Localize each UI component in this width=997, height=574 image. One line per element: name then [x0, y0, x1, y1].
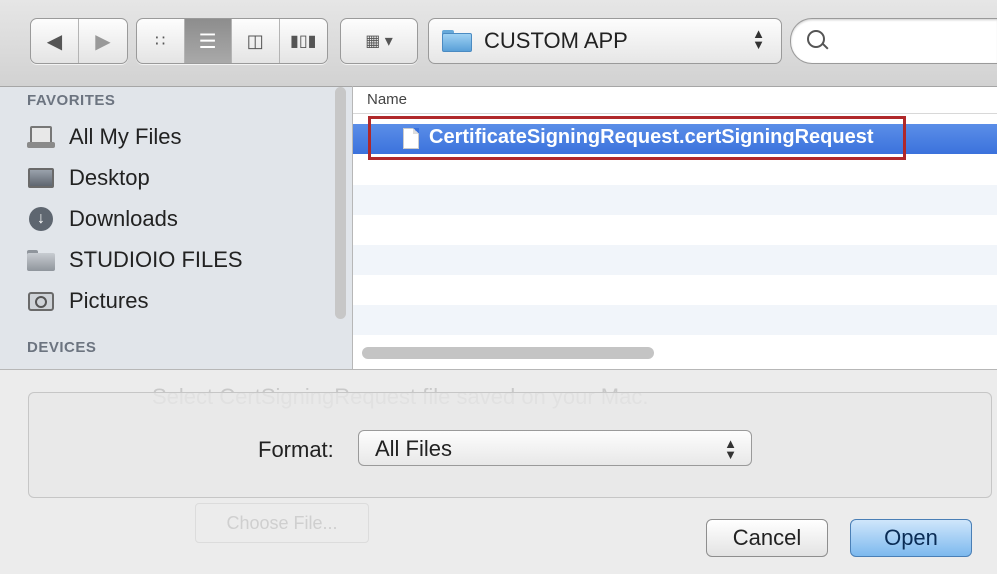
- search-field[interactable]: [790, 18, 997, 64]
- location-label: CUSTOM APP: [484, 28, 628, 53]
- sidebar-scrollbar[interactable]: [335, 87, 346, 319]
- column-view-icon[interactable]: ◫: [232, 19, 280, 63]
- back-arrow-icon[interactable]: ◀: [31, 19, 79, 63]
- format-value: All Files: [375, 436, 453, 461]
- sidebar: FAVORITES All My Files Desktop ↓ Downloa…: [0, 87, 352, 369]
- folder-icon: [27, 248, 55, 272]
- sidebar-item-label: Desktop: [69, 165, 150, 190]
- list-view-icon[interactable]: ☰: [184, 19, 232, 63]
- open-button[interactable]: Open: [850, 519, 972, 557]
- location-popup[interactable]: CUSTOM APP ▲ ▼: [428, 18, 782, 64]
- search-icon: [807, 30, 825, 48]
- downloads-icon: ↓: [27, 207, 55, 231]
- sidebar-item-all-my-files[interactable]: All My Files: [27, 120, 181, 154]
- forward-arrow-icon[interactable]: ▶: [79, 19, 127, 63]
- empty-row: [353, 245, 997, 275]
- empty-row: [353, 305, 997, 335]
- empty-row: [353, 185, 997, 215]
- back-forward-control: ◀ ▶: [30, 18, 128, 64]
- folder-icon: [442, 30, 472, 52]
- sidebar-item-label: Pictures: [69, 288, 149, 313]
- sidebar-item-desktop[interactable]: Desktop: [27, 161, 150, 195]
- highlight-annotation: [368, 116, 906, 160]
- devices-header: DEVICES: [27, 339, 97, 356]
- format-select[interactable]: All Files ▲ ▼: [358, 430, 752, 466]
- arrange-button[interactable]: ▦ ▾: [340, 18, 418, 64]
- column-name-label: Name: [367, 91, 408, 108]
- sidebar-item-label: Downloads: [69, 206, 178, 231]
- all-files-icon: [27, 125, 55, 149]
- sidebar-item-label: All My Files: [69, 124, 182, 149]
- format-label: Format:: [258, 437, 334, 462]
- icon-view-icon[interactable]: ∷: [137, 19, 185, 63]
- horizontal-scrollbar[interactable]: [362, 347, 654, 359]
- view-mode-control: ∷ ☰ ◫ ▮▯▮: [136, 18, 328, 64]
- camera-icon: [27, 289, 55, 313]
- popup-arrows-icon: ▲ ▼: [752, 26, 765, 52]
- coverflow-view-icon[interactable]: ▮▯▮: [280, 19, 327, 63]
- column-header-name[interactable]: Name: [353, 87, 997, 114]
- popup-arrows-icon: ▲ ▼: [724, 436, 737, 462]
- favorites-header: FAVORITES: [27, 92, 116, 109]
- sidebar-item-studioio-files[interactable]: STUDIOIO FILES: [27, 243, 243, 277]
- sidebar-item-downloads[interactable]: ↓ Downloads: [27, 202, 178, 236]
- cancel-button[interactable]: Cancel: [706, 519, 828, 557]
- background-choose-file-button: Choose File...: [195, 503, 369, 543]
- toolbar: ◀ ▶ ∷ ☰ ◫ ▮▯▮ ▦ ▾ CUSTOM APP ▲ ▼: [0, 0, 997, 87]
- desktop-icon: [27, 166, 55, 190]
- sidebar-item-label: STUDIOIO FILES: [69, 247, 243, 272]
- arrange-icon: ▦ ▾: [365, 33, 393, 50]
- sidebar-item-pictures[interactable]: Pictures: [27, 284, 148, 318]
